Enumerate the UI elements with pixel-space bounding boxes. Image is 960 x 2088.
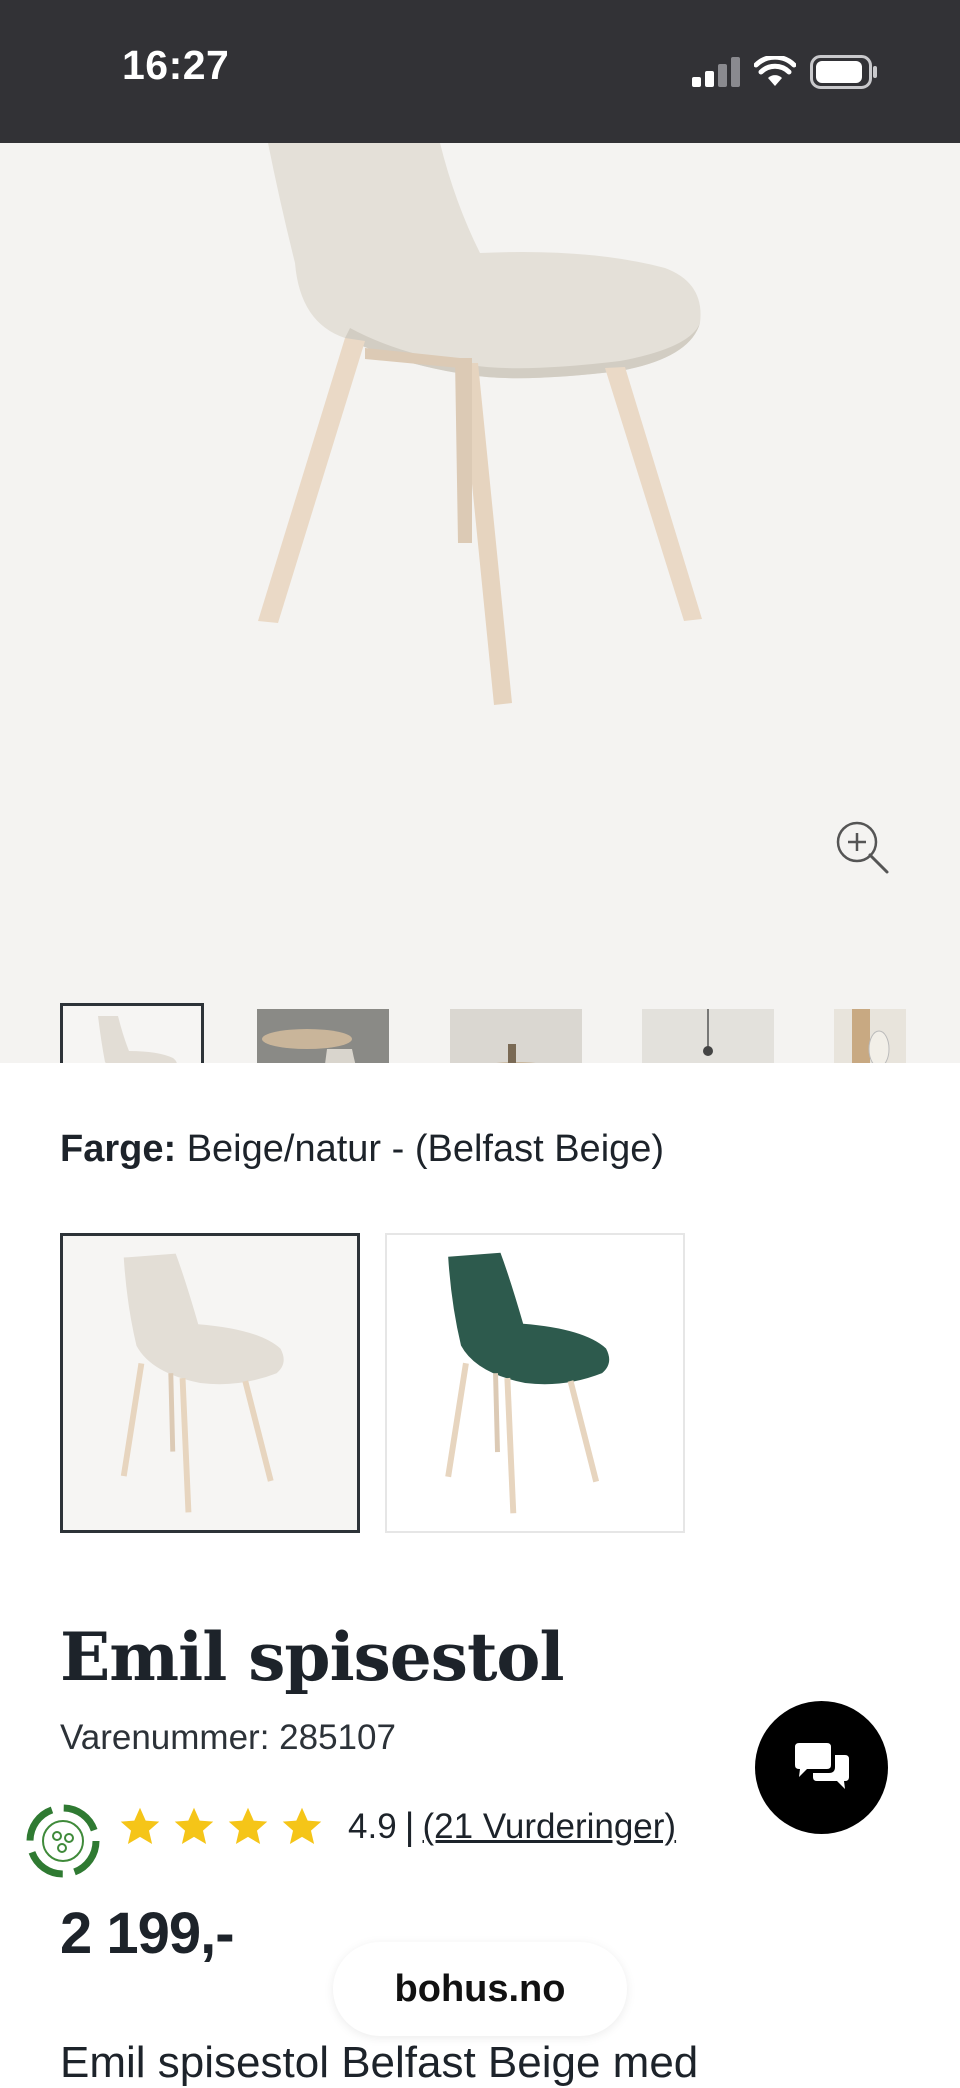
reviews-link[interactable]: (21 Vurderinger) <box>423 1807 677 1847</box>
color-swatch-beige[interactable] <box>60 1233 360 1533</box>
battery-icon <box>810 55 877 89</box>
status-icons <box>692 52 878 92</box>
chat-icon <box>794 1742 849 1789</box>
color-selector-label: Farge: Beige/natur - (Belfast Beige) <box>60 1128 664 1171</box>
thumbnail-4[interactable] <box>642 1009 774 1063</box>
product-sku: Varenummer: 285107 <box>60 1718 396 1757</box>
rating-separator: | <box>404 1805 415 1848</box>
color-value: Beige/natur - (Belfast Beige) <box>186 1128 665 1170</box>
thumbnail-1[interactable] <box>60 1003 204 1063</box>
product-title: Emil spisestol <box>60 1618 565 1696</box>
zoom-in-icon[interactable] <box>833 818 891 876</box>
chat-button[interactable] <box>755 1701 888 1834</box>
status-bar: 16:27 <box>0 0 960 143</box>
product-price: 2 199,- <box>60 1901 235 1966</box>
rating-value: 4.9 <box>348 1807 397 1846</box>
rating-row: 4.9 | (21 Vurderinger) <box>118 1797 676 1857</box>
status-time: 16:27 <box>122 42 230 88</box>
eco-badge-icon[interactable] <box>22 1800 104 1882</box>
color-swatch-green[interactable] <box>385 1233 685 1533</box>
wifi-icon <box>754 56 796 86</box>
star-icon <box>282 1807 322 1845</box>
thumbnail-5[interactable] <box>834 1009 906 1063</box>
product-gallery[interactable] <box>0 143 960 1063</box>
thumbnail-3[interactable] <box>450 1009 582 1063</box>
star-icon <box>174 1807 214 1845</box>
color-label: Farge: <box>60 1128 177 1170</box>
thumbnail-2[interactable] <box>257 1009 389 1063</box>
product-description: Emil spisestol Belfast Beige med <box>60 2038 699 2087</box>
product-main-image[interactable] <box>0 143 960 843</box>
signal-icon <box>692 57 740 87</box>
star-icon <box>228 1807 268 1845</box>
browser-url-pill[interactable]: bohus.no <box>333 1942 627 2036</box>
star-icon <box>120 1807 160 1845</box>
